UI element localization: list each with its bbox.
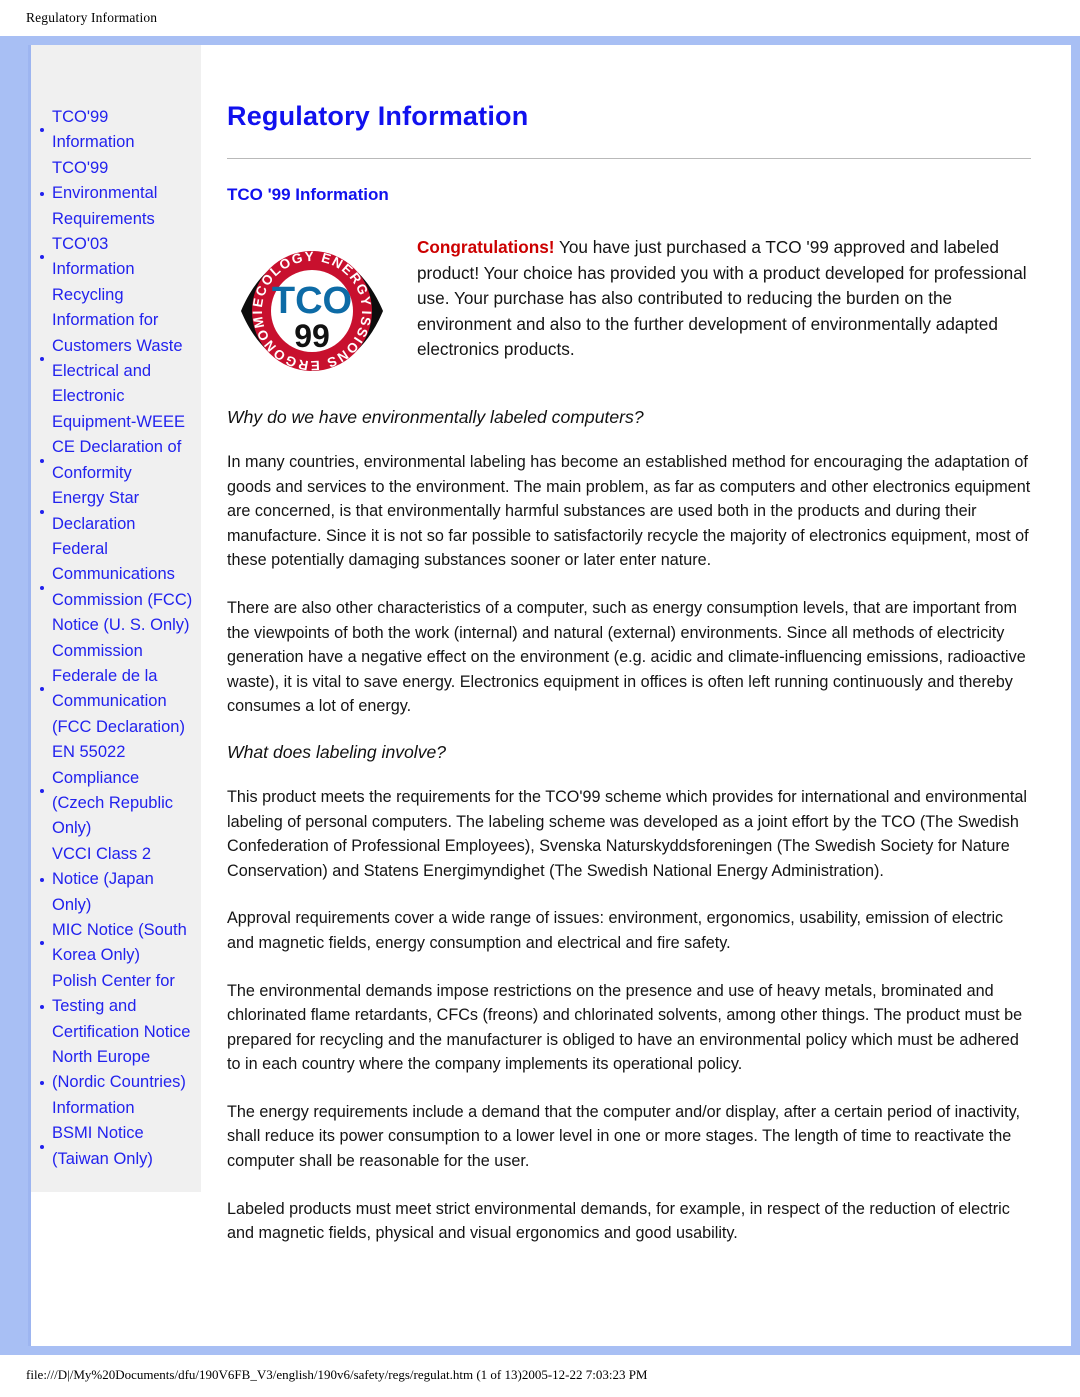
running-head: Regulatory Information (0, 0, 1080, 36)
sidebar-item-energy-star-declaration[interactable]: Energy Star Declaration (35, 486, 195, 537)
sidebar-item-label[interactable]: EN 55022 Compliance (Czech Republic Only… (52, 743, 173, 837)
sidebar-item-label[interactable]: TCO'99 Information (52, 108, 135, 151)
sidebar-item-commission-federale-de-la-communication[interactable]: Commission Federale de la Communication … (35, 639, 195, 741)
page-body: TCO'99 Information TCO'99 Environmental … (28, 45, 1071, 1346)
sidebar-item-label[interactable]: Polish Center for Testing and Certificat… (52, 972, 190, 1041)
sidebar-item-label[interactable]: CE Declaration of Conformity (52, 438, 181, 481)
bullet-icon (40, 357, 44, 362)
sidebar-item-label[interactable]: Federal Communications Commission (FCC) … (52, 540, 192, 634)
bullet-icon (40, 687, 44, 692)
sidebar-item-fcc-notice-us[interactable]: Federal Communications Commission (FCC) … (35, 537, 195, 639)
title-divider (227, 158, 1031, 159)
sidebar-item-tco99-information[interactable]: TCO'99 Information (35, 105, 195, 156)
sidebar-item-en-55022-compliance[interactable]: EN 55022 Compliance (Czech Republic Only… (35, 740, 195, 842)
congratulations-lead: Congratulations! (417, 237, 555, 257)
sidebar-item-label[interactable]: North Europe (Nordic Countries) Informat… (52, 1048, 186, 1117)
page-title: Regulatory Information (227, 101, 529, 131)
paragraph-energy-consumption: There are also other characteristics of … (227, 598, 1026, 716)
tco-99-certification-logo: ECOLOGY ENERGY EMISSIONS ERGONOMICS TCO … (227, 237, 383, 373)
bullet-icon (40, 1081, 44, 1086)
bullet-icon (40, 1144, 44, 1149)
sidebar-item-label[interactable]: BSMI Notice (Taiwan Only) (52, 1124, 153, 1167)
running-head-text: Regulatory Information (26, 10, 158, 25)
sidebar-item-label[interactable]: VCCI Class 2 Notice (Japan Only) (52, 845, 154, 914)
paragraph-environmental-labeling: In many countries, environmental labelin… (227, 453, 1031, 570)
intro-block: ECOLOGY ENERGY EMISSIONS ERGONOMICS TCO … (227, 235, 1031, 385)
sidebar-item-recycling-information-weee[interactable]: Recycling Information for Customers Wast… (35, 283, 195, 435)
bullet-icon (40, 788, 44, 793)
bullet-icon (40, 509, 44, 514)
sidebar-item-polish-center-for-testing[interactable]: Polish Center for Testing and Certificat… (35, 969, 195, 1045)
sidebar-item-label[interactable]: TCO'99 Environmental Requirements (52, 159, 157, 228)
sidebar-item-label[interactable]: TCO'03 Information (52, 235, 135, 278)
sidebar-item-mic-notice-south-korea[interactable]: MIC Notice (South Korea Only) (35, 918, 195, 969)
logo-year-text: 99 (294, 318, 330, 354)
bullet-icon (40, 1004, 44, 1009)
paragraph-environmental-demands: The environmental demands impose restric… (227, 981, 1023, 1074)
bullet-icon (40, 128, 44, 133)
intro-paragraph: Congratulations! You have just purchased… (417, 235, 1031, 363)
sidebar-item-tco99-environmental-requirements[interactable]: TCO'99 Environmental Requirements (35, 156, 195, 232)
paragraph-energy-requirements: The energy requirements include a demand… (227, 1102, 1021, 1171)
sidebar-item-label[interactable]: Energy Star Declaration (52, 489, 139, 532)
bullet-icon (40, 585, 44, 590)
sidebar-item-label[interactable]: Recycling Information for Customers Wast… (52, 286, 185, 431)
sidebar-item-vcci-class-2-notice[interactable]: VCCI Class 2 Notice (Japan Only) (35, 842, 195, 918)
logo-center-text: TCO (272, 280, 352, 322)
sidebar-item-label[interactable]: MIC Notice (South Korea Only) (52, 921, 187, 964)
sidebar-link-list: TCO'99 Information TCO'99 Environmental … (35, 105, 195, 1172)
page-frame: TCO'99 Information TCO'99 Environmental … (0, 36, 1080, 1355)
sidebar-item-bsmi-notice-taiwan[interactable]: BSMI Notice (Taiwan Only) (35, 1121, 195, 1172)
paragraph-labeled-products: Labeled products must meet strict enviro… (227, 1199, 1010, 1243)
bullet-icon (40, 191, 44, 196)
logo-container: ECOLOGY ENERGY EMISSIONS ERGONOMICS TCO … (227, 235, 417, 385)
sidebar-item-tco03-information[interactable]: TCO'03 Information (35, 232, 195, 283)
bullet-icon (40, 877, 44, 882)
footer-file-path: file:///D|/My%20Documents/dfu/190V6FB_V3… (26, 1367, 648, 1382)
heading-what-does-labeling-involve: What does labeling involve? (227, 741, 447, 762)
section-title: TCO '99 Information (227, 185, 389, 204)
bullet-icon (40, 941, 44, 946)
heading-why-labeled-computers: Why do we have environmentally labeled c… (227, 407, 644, 427)
footer-status-bar: file:///D|/My%20Documents/dfu/190V6FB_V3… (0, 1355, 1080, 1397)
bullet-icon (40, 458, 44, 463)
paragraph-approval-requirements: Approval requirements cover a wide range… (227, 909, 1004, 952)
sidebar-item-north-europe-nordic[interactable]: North Europe (Nordic Countries) Informat… (35, 1045, 195, 1121)
bullet-icon (40, 255, 44, 260)
paragraph-tco99-scheme: This product meets the requirements for … (227, 787, 1027, 880)
sidebar-navigation: TCO'99 Information TCO'99 Environmental … (31, 45, 201, 1193)
sidebar-item-ce-declaration-of-conformity[interactable]: CE Declaration of Conformity (35, 435, 195, 486)
main-content: Regulatory Information TCO '99 Informati… (201, 45, 1071, 1346)
sidebar-item-label[interactable]: Commission Federale de la Communication … (52, 642, 185, 736)
